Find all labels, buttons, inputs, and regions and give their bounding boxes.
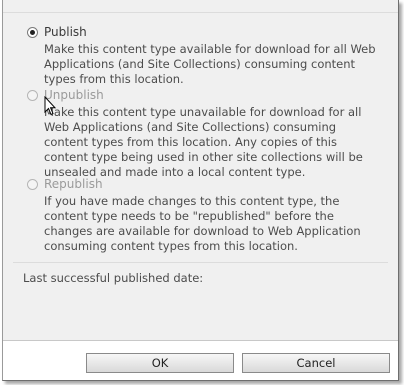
republish-radio	[27, 178, 38, 190]
republish-label: Republish	[44, 177, 103, 191]
republish-description: If you have made changes to this content…	[44, 194, 361, 253]
last-published-date-label: Last successful published date:	[23, 271, 204, 285]
unpublish-description: Make this content type unavailable for d…	[44, 105, 363, 179]
cancel-button[interactable]: Cancel	[242, 353, 390, 373]
unpublish-radio	[27, 89, 38, 101]
publish-description: Make this content type available for dow…	[44, 42, 376, 86]
divider	[3, 12, 398, 13]
mouse-pointer-icon	[44, 96, 56, 116]
option-publish[interactable]: Publish Make this content type available…	[27, 24, 377, 87]
option-republish: Republish If you have made changes to th…	[27, 176, 377, 254]
publish-dialog: Publish Make this content type available…	[2, 0, 399, 381]
divider	[13, 262, 388, 263]
option-unpublish: Unpublish Make this content type unavail…	[27, 87, 377, 180]
publish-options-panel: Publish Make this content type available…	[3, 0, 398, 341]
ok-button[interactable]: OK	[86, 353, 234, 373]
publish-label[interactable]: Publish	[44, 25, 87, 39]
publish-radio[interactable]	[27, 26, 38, 38]
